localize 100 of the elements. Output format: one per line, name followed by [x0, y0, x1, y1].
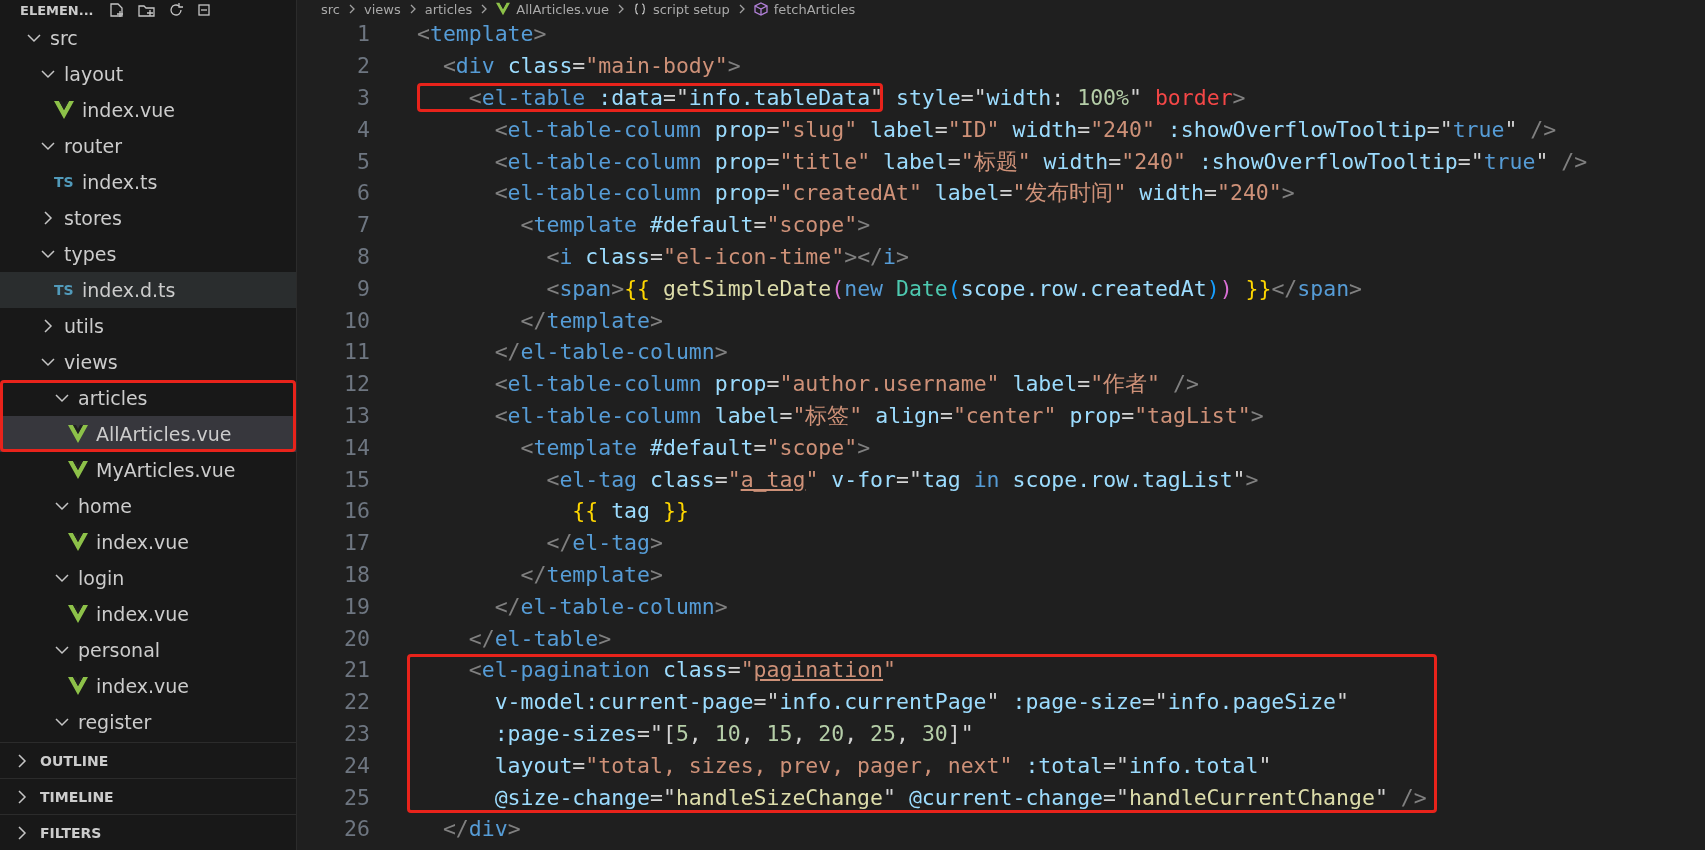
tree-item-label: index.vue: [96, 675, 189, 697]
tree-row[interactable]: AllArticles.vue: [0, 416, 296, 452]
code-line: <el-table-column prop="slug" label="ID" width="240" :showOverflowTooltip="true" />: [493, 115, 1558, 144]
tree-item-label: home: [78, 495, 132, 517]
code-line: <el-table :data="info.tableData" style="width: 100%" border>: [467, 84, 1247, 112]
new-folder-icon[interactable]: [137, 2, 156, 18]
line-number: 3: [356, 85, 370, 110]
tree-item-label: personal: [78, 639, 161, 661]
ts-file-icon: TS: [54, 282, 74, 298]
line-number: 25: [343, 784, 370, 810]
tree-row[interactable]: index.vue: [0, 596, 296, 632]
braces-icon: [632, 2, 647, 16]
line-number: 8: [356, 243, 370, 269]
code-line: <template #default="scope">: [519, 211, 872, 240]
tree-row[interactable]: home: [0, 488, 296, 524]
tree-item-label: register: [78, 711, 152, 733]
line-number: 17: [343, 530, 370, 556]
tree-row[interactable]: MyArticles.vue: [0, 452, 296, 488]
line-number: 26: [343, 816, 370, 842]
code-line: </template>: [519, 560, 664, 589]
collapse-all-icon[interactable]: [195, 2, 212, 18]
breadcrumb-item[interactable]: AllArticles.vue: [516, 1, 609, 17]
code-line: </template>: [519, 306, 664, 335]
tree-row[interactable]: utils: [0, 308, 296, 344]
tree-row[interactable]: index.vue: [0, 92, 296, 128]
tree-row[interactable]: TS index.d.ts: [0, 272, 296, 308]
tree-row[interactable]: register: [0, 704, 296, 740]
tree-item-label: index.vue: [82, 99, 175, 121]
code-line: </div>: [441, 815, 522, 844]
panel-title: OUTLINE: [40, 752, 109, 769]
tree-item-label: AllArticles.vue: [96, 423, 232, 445]
tree-item-label: index.ts: [82, 171, 158, 193]
line-number: 1: [356, 21, 370, 47]
code-line: <el-table-column prop="author.username" label="作者" />: [493, 370, 1200, 399]
explorer-title: ELEMEN...: [20, 2, 94, 18]
line-number: 11: [343, 339, 370, 365]
line-number: 7: [356, 212, 370, 238]
line-number: 23: [343, 720, 370, 746]
tree-row[interactable]: TS index.ts: [0, 164, 296, 200]
line-number: 19: [343, 593, 370, 619]
code-line: </el-tag>: [545, 529, 664, 558]
code-line: <i class="el-icon-time"></i>: [545, 242, 910, 271]
code-line: :page-sizes="[5, 10, 15, 20, 25, 30]": [493, 719, 975, 748]
tree-item-label: utils: [64, 315, 104, 337]
tree-row[interactable]: index.vue: [0, 524, 296, 560]
breadcrumb-item[interactable]: views: [364, 1, 401, 17]
cube-icon: [753, 2, 768, 16]
breadcrumb-item[interactable]: articles: [424, 1, 473, 17]
tree-row[interactable]: views: [0, 344, 296, 380]
tree-row[interactable]: stores: [0, 200, 296, 236]
tree-item-label: views: [64, 351, 118, 373]
tree-item-label: index.vue: [96, 531, 189, 553]
code-line: layout="total, sizes, prev, pager, next" :total="info.total": [493, 751, 1273, 780]
tree-item-label: layout: [64, 63, 124, 85]
line-number: 16: [343, 498, 370, 524]
code-line: <template #default="scope">: [519, 433, 872, 462]
line-number: 5: [356, 148, 370, 174]
code-line: </el-table>: [467, 624, 613, 653]
line-number: 6: [356, 180, 370, 206]
tree-row[interactable]: router: [0, 128, 296, 164]
code-line: <span>{{ getSimpleDate(new Date(scope.row.createdAt)) }}</span>: [545, 274, 1364, 303]
tree-row[interactable]: personal: [0, 632, 296, 668]
code-line: <el-table-column label="标签" align="center" prop="tagList">: [493, 401, 1265, 430]
panel-title: FILTERS: [40, 824, 102, 841]
tree-item-label: index.vue: [96, 603, 189, 625]
v-logo-icon: [68, 676, 88, 696]
tree-row[interactable]: src: [0, 20, 296, 56]
line-number: 24: [343, 752, 370, 778]
tree-item-label: router: [64, 135, 122, 157]
breadcrumb-item[interactable]: src: [321, 1, 340, 17]
v-logo-icon: [68, 424, 88, 444]
tree-row[interactable]: articles: [0, 380, 296, 416]
tree-item-label: login: [78, 567, 125, 589]
tree-item-label: src: [50, 27, 78, 49]
refresh-icon[interactable]: [167, 2, 184, 18]
breadcrumb-item[interactable]: script setup: [652, 1, 730, 17]
code-line: <el-table-column prop="title" label="标题" width="240" :showOverflowTooltip="true" />: [493, 147, 1589, 176]
tree-item-label: articles: [78, 387, 148, 409]
tree-item-label: index.d.ts: [82, 279, 176, 301]
v-logo-icon: [496, 2, 511, 16]
v-logo-icon: [68, 532, 88, 552]
tree-row[interactable]: index.vue: [0, 668, 296, 704]
code-line: {{ tag }}: [571, 497, 690, 526]
v-logo-icon: [68, 460, 88, 480]
line-number: 12: [343, 371, 370, 397]
code-line: <template>: [416, 20, 548, 49]
code-line: <el-pagination class="pagination": [467, 656, 897, 685]
line-number: 14: [343, 434, 370, 460]
code-line: <el-table-column prop="createdAt" label="发布时间" width="240">: [493, 179, 1296, 208]
v-logo-icon: [54, 100, 74, 120]
tree-row[interactable]: types: [0, 236, 296, 272]
code-line: </el-table-column>: [493, 338, 729, 367]
line-number: 2: [356, 53, 370, 79]
breadcrumb-item[interactable]: fetchArticles: [773, 1, 856, 17]
tree-row[interactable]: login: [0, 560, 296, 596]
new-file-icon[interactable]: [107, 2, 126, 18]
line-number: 9: [356, 275, 370, 301]
code-line: <el-tag class="a_tag" v-for="tag in scope.row.tagList">: [545, 465, 1260, 494]
code-line: @size-change="handleSizeChange" @current-change="handleCurrentChange" />: [493, 783, 1428, 812]
tree-row[interactable]: layout: [0, 56, 296, 92]
